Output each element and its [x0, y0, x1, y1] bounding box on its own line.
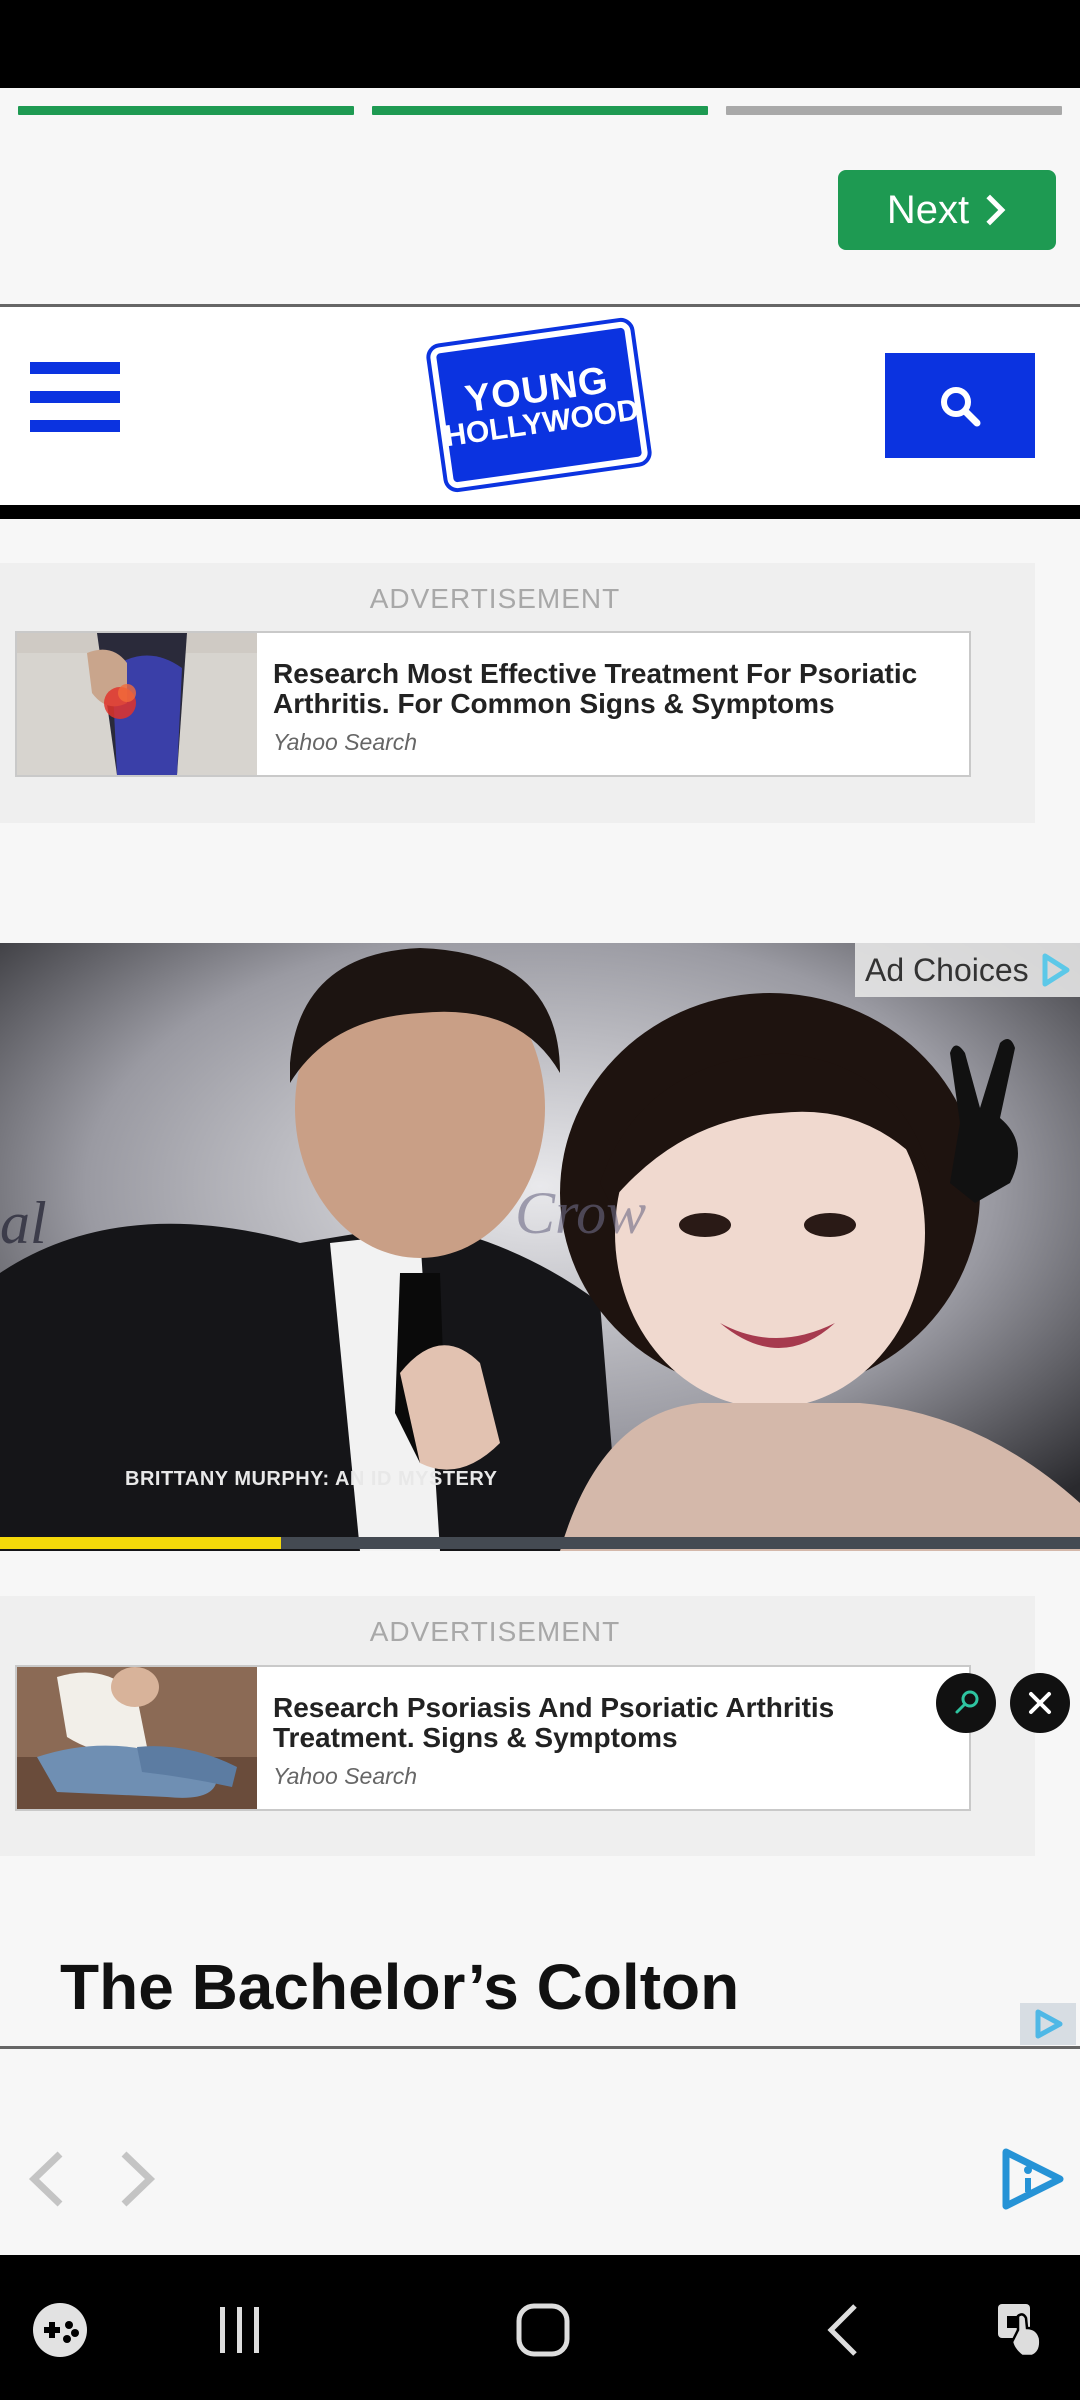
- browser-forward-button[interactable]: [112, 2148, 162, 2210]
- pin-icon: [955, 1690, 979, 1714]
- home-icon: [516, 2303, 570, 2357]
- game-tools-button[interactable]: [28, 2295, 92, 2365]
- close-ad-button[interactable]: [1010, 1673, 1070, 1733]
- ad-choices-badge[interactable]: [1020, 2003, 1076, 2045]
- ad-label: ADVERTISEMENT: [369, 583, 621, 614]
- accessibility-button[interactable]: [990, 2295, 1054, 2365]
- video-player[interactable]: al Crow: [0, 943, 1080, 1551]
- pin-button[interactable]: [936, 1673, 996, 1733]
- chevron-left-icon: [28, 2151, 63, 2207]
- back-arrow-icon: [827, 2304, 857, 2356]
- ad-source: Yahoo Search: [273, 729, 418, 755]
- video-progress-fill: [0, 1537, 281, 1549]
- ad-choices-button[interactable]: Ad Choices: [855, 943, 1080, 997]
- ad-choices-label: Ad Choices: [865, 951, 1029, 988]
- game-controller-icon: [33, 2303, 87, 2357]
- menu-button[interactable]: [30, 362, 120, 432]
- progress-segment-1: [18, 106, 354, 115]
- browser-back-button[interactable]: [22, 2148, 72, 2210]
- ad-choices-icon: [1042, 953, 1070, 987]
- status-bar: [0, 0, 1080, 88]
- back-button[interactable]: [818, 2295, 868, 2365]
- video-frame: al Crow: [0, 943, 1080, 1551]
- ad-thumbnail: [17, 633, 257, 775]
- accessibility-hand-icon: [998, 2304, 1042, 2358]
- hamburger-icon: [30, 362, 120, 374]
- ad-title: Research Psoriasis And Psoriatic Arthrit…: [273, 1692, 835, 1753]
- play-info-icon: [1002, 2148, 1064, 2210]
- close-icon: [1029, 1692, 1051, 1714]
- site-logo[interactable]: YOUNG HOLLYWOOD: [424, 315, 654, 495]
- progress-segment-2: [372, 106, 708, 115]
- article-headline: The Bachelor’s Colton: [60, 1951, 740, 2023]
- hamburger-icon-line: [30, 420, 120, 432]
- play-info-button[interactable]: [998, 2146, 1068, 2212]
- svg-text:Crow: Crow: [515, 1180, 646, 1246]
- ad-card-2[interactable]: Research Psoriasis And Psoriatic Arthrit…: [15, 1665, 971, 1811]
- ad-divider: [0, 2046, 1080, 2049]
- next-button[interactable]: Next: [838, 170, 1056, 250]
- recent-apps-button[interactable]: [210, 2295, 270, 2365]
- search-button[interactable]: [885, 353, 1035, 458]
- recent-apps-icon: [220, 2307, 259, 2353]
- header-divider: [0, 505, 1080, 519]
- ad-source: Yahoo Search: [273, 1763, 418, 1789]
- ad-choices-icon: [1035, 2009, 1063, 2039]
- browser-toolbar: [0, 2050, 1080, 2255]
- home-button[interactable]: [510, 2295, 576, 2365]
- ad-label: ADVERTISEMENT: [369, 1616, 621, 1647]
- ad-title: Research Most Effective Treatment For Ps…: [273, 658, 918, 719]
- video-caption: BRITTANY MURPHY: AN ID MYSTERY: [125, 1468, 498, 1490]
- ad-card-1[interactable]: Research Most Effective Treatment For Ps…: [15, 631, 971, 777]
- search-icon: [941, 386, 981, 426]
- chevron-right-icon: [121, 2151, 156, 2207]
- next-button-label: Next: [886, 187, 970, 232]
- chevron-right-icon: [986, 194, 1006, 226]
- hamburger-icon-line: [30, 391, 120, 403]
- progress-segment-3: [726, 106, 1062, 115]
- ad-thumbnail: [17, 1667, 257, 1809]
- svg-text:al: al: [0, 1190, 47, 1256]
